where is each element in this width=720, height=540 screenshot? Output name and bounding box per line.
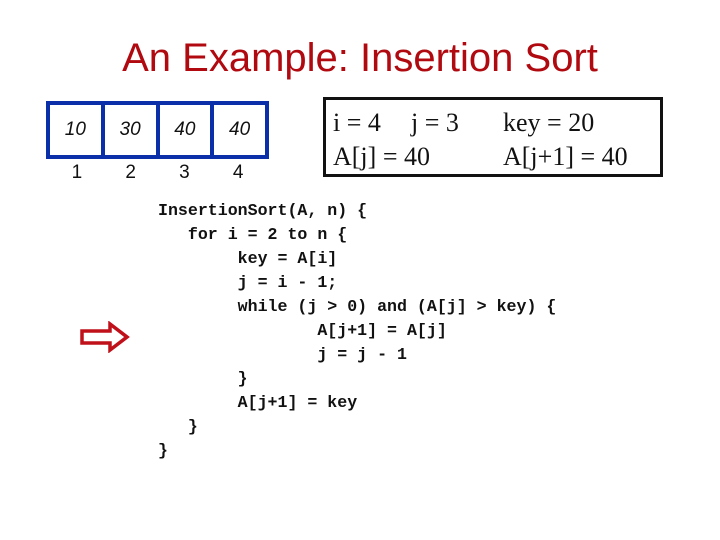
code-line: j = j - 1	[158, 345, 407, 364]
code-line: }	[158, 417, 198, 436]
code-line: InsertionSort(A, n) {	[158, 201, 368, 220]
code-line: A[j+1] = key	[158, 393, 358, 412]
insertion-sort-code: InsertionSort(A, n) { for i = 2 to n { k…	[158, 199, 556, 463]
array-display: 10 30 40 40	[46, 101, 269, 159]
code-line: for i = 2 to n {	[158, 225, 348, 244]
array-cell-3: 40	[160, 105, 215, 155]
code-line: while (j > 0) and (A[j] > key) {	[158, 297, 557, 316]
code-line: }	[158, 369, 248, 388]
arrow-icon	[80, 321, 130, 353]
array-index-1: 1	[71, 162, 83, 183]
array-cell-4: 40	[229, 119, 251, 140]
variables-box: i = 4 j = 3 key = 20 A[j] = 40 A[j+1] = …	[323, 97, 663, 177]
array-cell-2: 30	[105, 105, 160, 155]
array-cell-1: 10	[50, 105, 105, 155]
var-a-j-plus-1: A[j+1] = 40	[503, 142, 628, 171]
slide-title: An Example: Insertion Sort	[122, 36, 598, 80]
code-line: key = A[i]	[158, 249, 338, 268]
array-index-3: 3	[179, 162, 190, 183]
array-index-4: 4	[232, 162, 244, 183]
var-a-j: A[j] = 40	[333, 142, 430, 171]
var-i: i = 4	[333, 108, 381, 137]
code-line-current: A[j+1] = A[j]	[158, 321, 447, 340]
var-key: key = 20	[503, 108, 595, 137]
code-line: j = i - 1;	[158, 273, 338, 292]
array-index-2: 2	[125, 162, 136, 183]
code-line: }	[158, 441, 168, 460]
array-index-row: 1 2 3 4	[46, 162, 269, 184]
var-j: j = 3	[411, 108, 459, 137]
